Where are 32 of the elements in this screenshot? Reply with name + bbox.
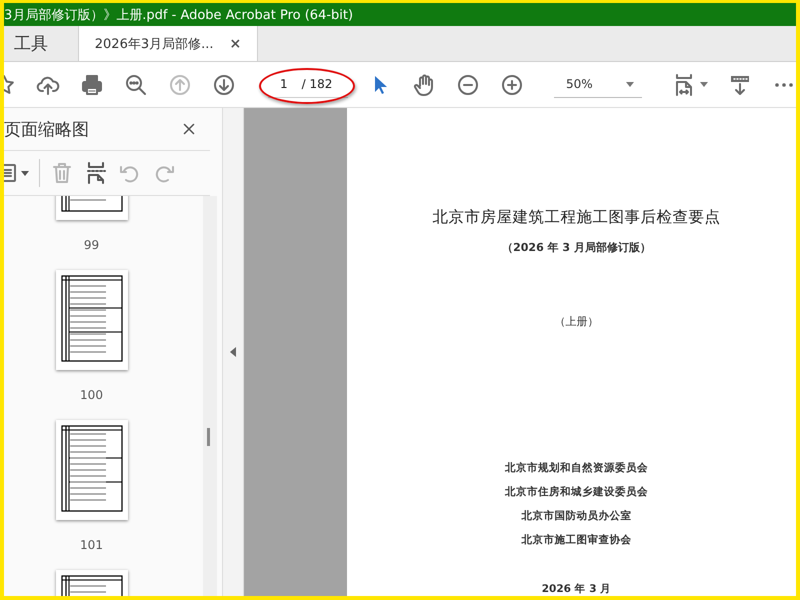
organization-name: 北京市国防动员办公室 (522, 509, 632, 524)
tab[interactable]: 2026年3月局部修... × (78, 26, 258, 61)
document-subtitle: （2026 年 3 月局部修订版） (502, 240, 651, 255)
hand-icon[interactable] (412, 72, 436, 96)
window-title: 3月局部修订版）》上册.pdf - Adobe Acrobat Pro (64-bit) (4, 6, 354, 24)
document-date: 2026 年 3 月 (542, 582, 612, 596)
page-number: 100 (80, 388, 103, 402)
caret-icon[interactable] (700, 82, 708, 87)
page-number: 99 (84, 238, 100, 252)
scrollbar[interactable] (203, 196, 217, 596)
organization-name: 北京市住房和城乡建设委员会 (505, 485, 648, 500)
organization-name: 北京市规划和自然资源委员会 (505, 461, 648, 476)
caret-icon[interactable] (626, 82, 634, 86)
page-thumbnail[interactable] (56, 270, 128, 370)
page-total: / 182 (302, 77, 332, 91)
print-icon[interactable] (80, 72, 104, 96)
tab[interactable]: 工具 (4, 26, 58, 61)
document-title: 北京市房屋建筑工程施工图事后检查要点 (432, 207, 720, 228)
page-number-field[interactable]: 1 (280, 77, 288, 91)
zoom-out-icon[interactable] (456, 72, 480, 96)
collapse-icon[interactable] (230, 347, 236, 357)
zoom-dropdown[interactable]: 50% (554, 71, 642, 98)
organization-name: 北京市施工图审查协会 (522, 533, 632, 548)
search-icon[interactable] (124, 72, 148, 96)
caret-icon[interactable] (21, 170, 29, 176)
insert-page-icon[interactable] (84, 161, 108, 185)
panel-title: 页面缩略图 (4, 118, 89, 140)
zoom-in-icon[interactable] (500, 72, 524, 96)
page-thumbnail[interactable] (56, 420, 128, 520)
page-number: 101 (80, 538, 103, 552)
close-icon[interactable]: × (230, 36, 242, 52)
volume-label: （上册） (554, 314, 598, 329)
